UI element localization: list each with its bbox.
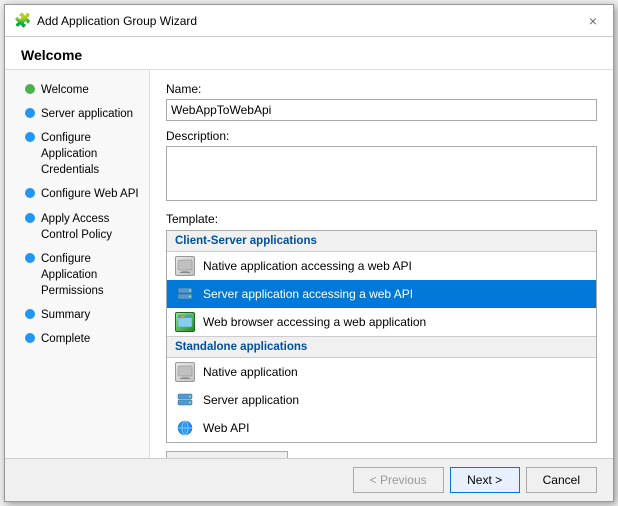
template-item-web-browser[interactable]: Web browser accessing a web application — [167, 308, 596, 336]
step-dot-permissions — [25, 253, 35, 263]
template-item-server-web-api[interactable]: Server application accessing a web API — [167, 280, 596, 308]
template-item-server-app[interactable]: Server application — [167, 386, 596, 414]
web-browser-icon — [175, 312, 195, 332]
web-api-icon — [175, 418, 195, 438]
sidebar-item-label: Configure Application Credentials — [41, 130, 139, 178]
close-button[interactable]: × — [583, 11, 603, 31]
sidebar-item-label: Welcome — [41, 82, 89, 98]
sidebar-item-label: Configure Web API — [41, 186, 139, 202]
sidebar-item-server-application[interactable]: Server application — [5, 102, 149, 126]
template-item-label: Web browser accessing a web application — [203, 315, 426, 329]
template-item-label: Native application accessing a web API — [203, 259, 412, 273]
template-item-native-web-api[interactable]: Native application accessing a web API — [167, 252, 596, 280]
content-area: Welcome Welcome Server application Confi… — [5, 37, 613, 458]
native-standalone-icon — [175, 362, 195, 382]
step-dot-welcome — [25, 84, 35, 94]
step-dot-credentials — [25, 132, 35, 142]
previous-button[interactable]: < Previous — [353, 467, 444, 493]
sidebar-item-welcome[interactable]: Welcome — [5, 78, 149, 102]
sidebar: Welcome Server application Configure App… — [5, 70, 150, 458]
dialog: 🧩 Add Application Group Wizard × Welcome… — [4, 4, 614, 502]
next-button[interactable]: Next > — [450, 467, 520, 493]
description-input[interactable] — [166, 146, 597, 201]
title-bar: 🧩 Add Application Group Wizard × — [5, 5, 613, 37]
step-dot-webapi — [25, 188, 35, 198]
section-header-standalone: Standalone applications — [167, 337, 596, 357]
name-input[interactable] — [166, 99, 597, 121]
section-header-client-server: Client-Server applications — [167, 231, 596, 251]
main-body: Welcome Server application Configure App… — [5, 70, 613, 458]
template-item-label: Server application accessing a web API — [203, 287, 413, 301]
template-item-web-api[interactable]: Web API — [167, 414, 596, 442]
sidebar-item-complete[interactable]: Complete — [5, 327, 149, 351]
footer: < Previous Next > Cancel — [5, 458, 613, 501]
template-box: Client-Server applications Native applic… — [166, 230, 597, 443]
template-item-label: Server application — [203, 393, 299, 407]
sidebar-item-label: Apply Access Control Policy — [41, 211, 139, 243]
step-dot-access — [25, 213, 35, 223]
sidebar-item-summary[interactable]: Summary — [5, 303, 149, 327]
sidebar-item-configure-credentials[interactable]: Configure Application Credentials — [5, 126, 149, 182]
cancel-button[interactable]: Cancel — [526, 467, 597, 493]
server-app-icon — [175, 284, 195, 304]
step-dot-complete — [25, 333, 35, 343]
more-info-button[interactable]: More information... — [166, 451, 288, 458]
sidebar-item-label: Configure Application Permissions — [41, 251, 139, 299]
server-standalone-icon — [175, 390, 195, 410]
right-panel: Name: Description: Template: Client-Serv… — [150, 70, 613, 458]
sidebar-item-label: Summary — [41, 307, 90, 323]
sidebar-item-configure-web-api[interactable]: Configure Web API — [5, 182, 149, 206]
sidebar-item-label: Server application — [41, 106, 133, 122]
sidebar-item-app-permissions[interactable]: Configure Application Permissions — [5, 247, 149, 303]
template-item-native-app[interactable]: Native application — [167, 358, 596, 386]
sidebar-item-access-control[interactable]: Apply Access Control Policy — [5, 207, 149, 247]
sidebar-item-label: Complete — [41, 331, 90, 347]
description-label: Description: — [166, 129, 597, 143]
step-dot-summary — [25, 309, 35, 319]
step-dot-server — [25, 108, 35, 118]
page-title: Welcome — [21, 47, 597, 63]
title-bar-left: 🧩 Add Application Group Wizard — [15, 13, 197, 29]
wizard-icon: 🧩 — [15, 13, 31, 29]
page-header: Welcome — [5, 37, 613, 70]
template-label: Template: — [166, 212, 597, 226]
title-text: Add Application Group Wizard — [37, 14, 197, 28]
template-item-label: Web API — [203, 421, 249, 435]
template-item-label: Native application — [203, 365, 298, 379]
native-app-icon — [175, 256, 195, 276]
name-label: Name: — [166, 82, 597, 96]
